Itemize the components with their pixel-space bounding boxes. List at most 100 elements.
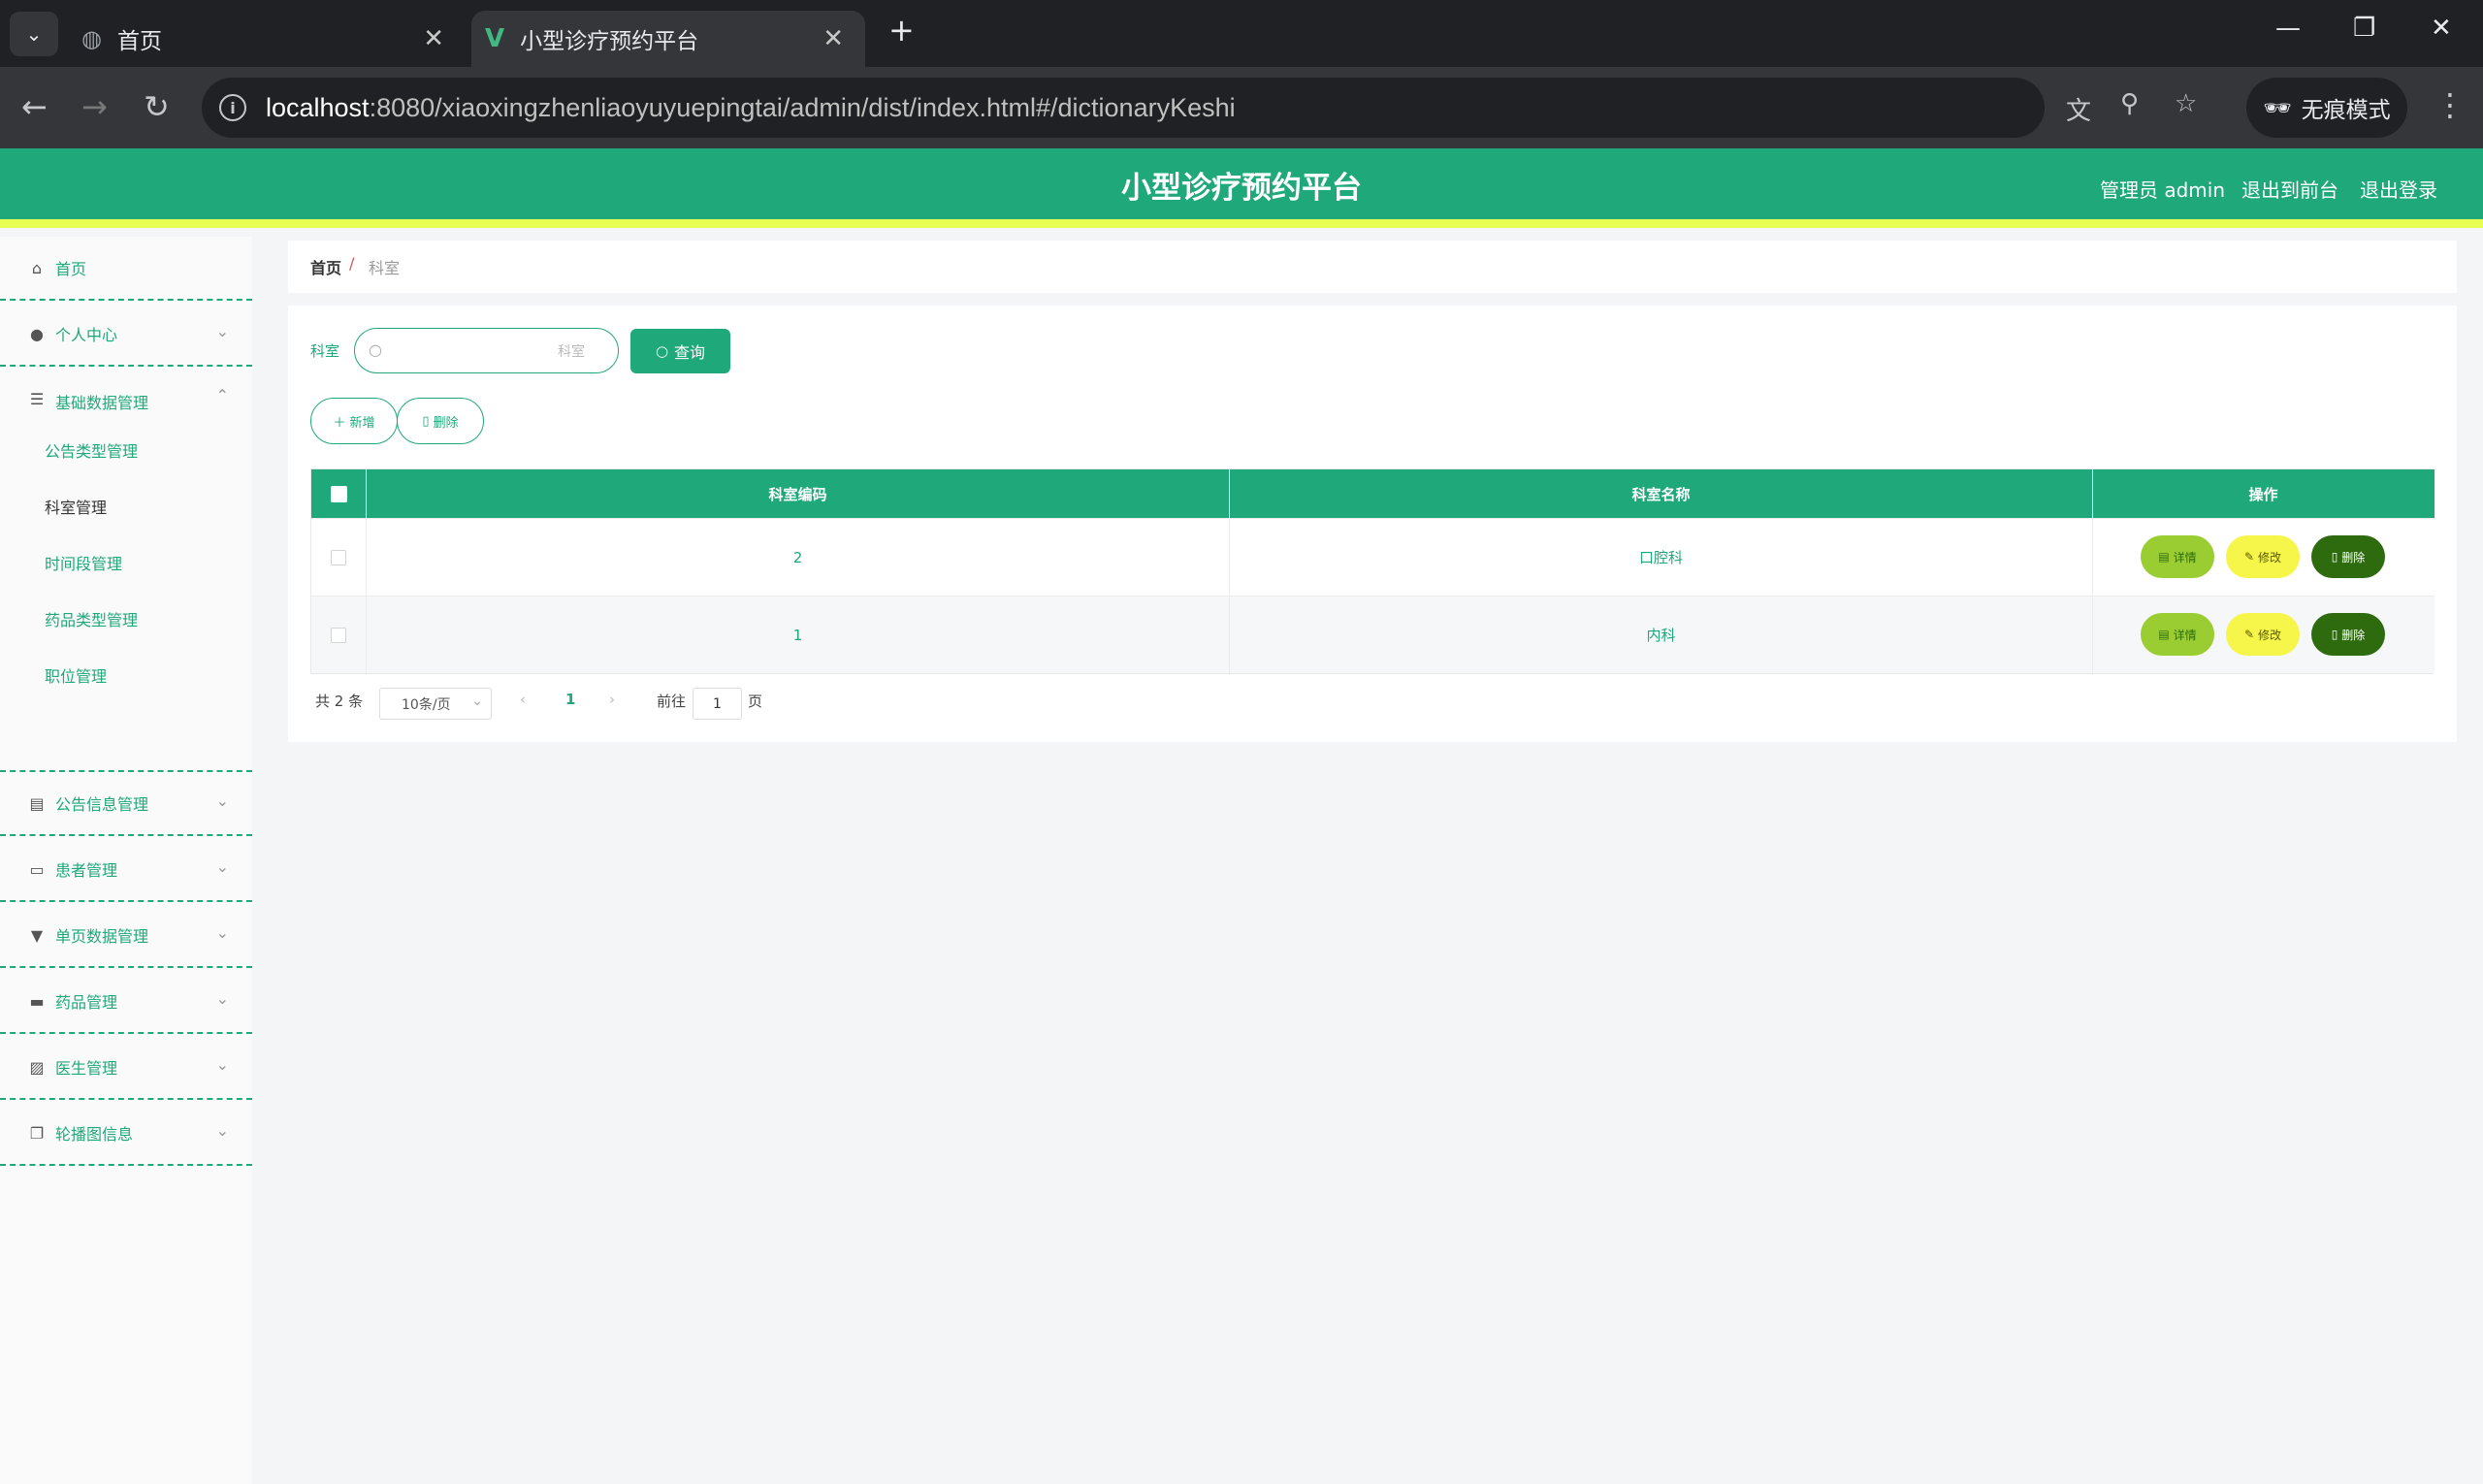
tab-home[interactable]: ◍ 首页 ✕	[68, 11, 466, 67]
sidebar-item-notice[interactable]: ▤ 公告信息管理 ⌄	[0, 772, 252, 836]
logout-link[interactable]: 退出登录	[2360, 175, 2437, 203]
current-user: 管理员 admin	[2100, 178, 2226, 202]
row-checkbox[interactable]	[331, 549, 346, 565]
chevron-down-icon: ⌄	[215, 989, 229, 1008]
browser-tab-strip: ⌄ ◍ 首页 ✕ V 小型诊疗预约平台 ✕ + — ❐ ✕	[0, 0, 2483, 67]
tab-active[interactable]: V 小型诊疗预约平台 ✕	[471, 11, 865, 67]
sidebar-item-label: 医生管理	[55, 1059, 118, 1078]
edit-label: 修改	[2258, 628, 2282, 642]
new-tab-icon[interactable]: +	[888, 12, 915, 48]
next-page-icon[interactable]: ›	[609, 691, 615, 708]
clipboard-icon: ▤	[29, 793, 45, 813]
sidebar-item-doctors[interactable]: ▨ 医生管理 ⌄	[0, 1036, 252, 1100]
submenu-department[interactable]: 科室管理	[45, 495, 107, 518]
breadcrumb: 首页 / 科室	[288, 241, 2457, 293]
trash-icon: ▯	[422, 413, 430, 429]
submenu-time-slot[interactable]: 时间段管理	[45, 551, 122, 574]
detail-label: 详情	[2173, 628, 2197, 642]
row-select-cell	[311, 597, 367, 673]
detail-button[interactable]: ▤ 详情	[2141, 613, 2214, 656]
table-row: 2 口腔科 ▤ 详情 ✎ 修改 ▯ 删除	[311, 518, 2435, 596]
plus-icon: ＋	[333, 415, 346, 431]
close-tab-icon[interactable]: ✕	[822, 24, 844, 53]
close-window-icon[interactable]: ✕	[2431, 14, 2452, 43]
globe-icon: ◍	[81, 25, 102, 52]
sidebar: ⌂ 首页 ● 个人中心 ⌄ ☰ 基础数据管理 ⌃ 公告类型管理 科室管理 时间段…	[0, 237, 252, 1484]
pin-icon: ▼	[30, 925, 44, 945]
reload-icon[interactable]: ↻	[144, 89, 170, 124]
restore-icon[interactable]: ❐	[2353, 14, 2375, 43]
search-label: 科室	[310, 342, 340, 360]
translate-icon[interactable]: 文	[2066, 91, 2091, 127]
back-icon[interactable]: ←	[21, 89, 48, 124]
chevron-down-icon: ⌄	[215, 1055, 229, 1074]
page-number-current[interactable]: 1	[565, 691, 575, 708]
cell-code: 1	[367, 597, 1230, 673]
document-icon: ▤	[2158, 550, 2170, 564]
sidebar-item-single-page[interactable]: ▼ 单页数据管理 ⌄	[0, 904, 252, 968]
sidebar-item-patients[interactable]: ▭ 患者管理 ⌄	[0, 838, 252, 902]
breadcrumb-separator: /	[349, 254, 355, 273]
sidebar-item-label: 公告信息管理	[55, 795, 149, 814]
add-button-label: 新增	[349, 415, 375, 431]
prev-page-icon[interactable]: ‹	[520, 691, 526, 708]
chevron-down-icon: ⌄	[215, 923, 229, 942]
batch-delete-button[interactable]: ▯ 删除	[397, 398, 484, 444]
forward-icon[interactable]: →	[81, 89, 108, 124]
column-header-actions: 操作	[2248, 485, 2278, 503]
site-info-icon[interactable]: i	[219, 94, 246, 121]
detail-button[interactable]: ▤ 详情	[2141, 535, 2214, 578]
submenu-notice-type[interactable]: 公告类型管理	[45, 438, 138, 462]
chevron-down-icon: ⌄	[215, 791, 229, 810]
submenu-drug-type[interactable]: 药品类型管理	[45, 607, 138, 630]
sidebar-item-label: 个人中心	[55, 326, 118, 344]
app-header: 小型诊疗预约平台 管理员 admin 退出到前台 退出登录	[0, 148, 2483, 228]
goto-page-input[interactable]: 1	[693, 688, 742, 720]
tab-title: 小型诊疗预约平台	[520, 29, 699, 54]
chevron-up-icon: ⌃	[215, 386, 229, 404]
back-to-front-link[interactable]: 退出到前台	[2241, 175, 2338, 203]
close-tab-icon[interactable]: ✕	[423, 24, 444, 53]
trash-icon: ▯	[2331, 550, 2338, 564]
minimize-icon[interactable]: —	[2275, 14, 2301, 43]
table-header: 科室编码 科室名称 操作	[311, 469, 2435, 518]
edit-icon: ✎	[2243, 550, 2255, 564]
copy-icon: ❐	[29, 1123, 45, 1143]
search-placeholder: 科室	[558, 344, 585, 360]
sidebar-item-drugs[interactable]: ▬ 药品管理 ⌄	[0, 970, 252, 1034]
submenu-position[interactable]: 职位管理	[45, 663, 107, 687]
delete-button[interactable]: ▯ 删除	[2311, 613, 2385, 656]
delete-button[interactable]: ▯ 删除	[2311, 535, 2385, 578]
cell-actions: ▤ 详情 ✎ 修改 ▯ 删除	[2093, 597, 2434, 673]
trash-icon: ▯	[2331, 628, 2338, 641]
edit-button[interactable]: ✎ 修改	[2226, 613, 2300, 656]
address-bar[interactable]: i localhost:8080/xiaoxingzhenliaoyuyuepi…	[202, 78, 2197, 138]
edit-label: 修改	[2258, 550, 2282, 565]
tab-list-button[interactable]: ⌄	[10, 12, 58, 56]
sidebar-item-basic-data[interactable]: ☰ 基础数据管理 ⌃ 公告类型管理 科室管理 时间段管理 药品类型管理 职位管理	[0, 369, 252, 772]
zoom-icon[interactable]: ⚲	[2120, 89, 2139, 118]
query-button[interactable]: ○ 查询	[630, 329, 730, 373]
query-button-label: 查询	[674, 343, 706, 362]
breadcrumb-home[interactable]: 首页	[310, 255, 341, 278]
add-button[interactable]: ＋ 新增	[310, 398, 398, 444]
bookmark-star-icon[interactable]: ☆	[2175, 89, 2197, 118]
url-text: localhost:8080/xiaoxingzhenliaoyuyueping…	[266, 92, 1236, 122]
chevron-down-icon: ⌄	[471, 694, 483, 709]
incognito-badge[interactable]: 🕶 无痕模式	[2246, 78, 2407, 138]
document-icon: ▤	[2158, 628, 2170, 641]
page-size-select[interactable]: 10条/页 ⌄	[379, 688, 492, 720]
select-all-checkbox[interactable]	[330, 485, 347, 502]
search-input[interactable]: ○ 科室	[354, 328, 619, 373]
home-icon: ⌂	[31, 258, 43, 277]
column-header-code[interactable]: 科室编码	[367, 469, 1230, 518]
sidebar-item-home[interactable]: ⌂ 首页	[0, 237, 252, 301]
sidebar-item-label: 轮播图信息	[55, 1125, 134, 1144]
edit-button[interactable]: ✎ 修改	[2226, 535, 2300, 578]
column-header-name[interactable]: 科室名称	[1230, 469, 2093, 518]
vue-logo-icon: V	[485, 24, 505, 53]
sidebar-item-carousel[interactable]: ❐ 轮播图信息 ⌄	[0, 1102, 252, 1166]
more-menu-icon[interactable]: ⋮	[2435, 87, 2466, 122]
sidebar-item-personal-center[interactable]: ● 个人中心 ⌄	[0, 303, 252, 367]
row-checkbox[interactable]	[331, 627, 346, 643]
